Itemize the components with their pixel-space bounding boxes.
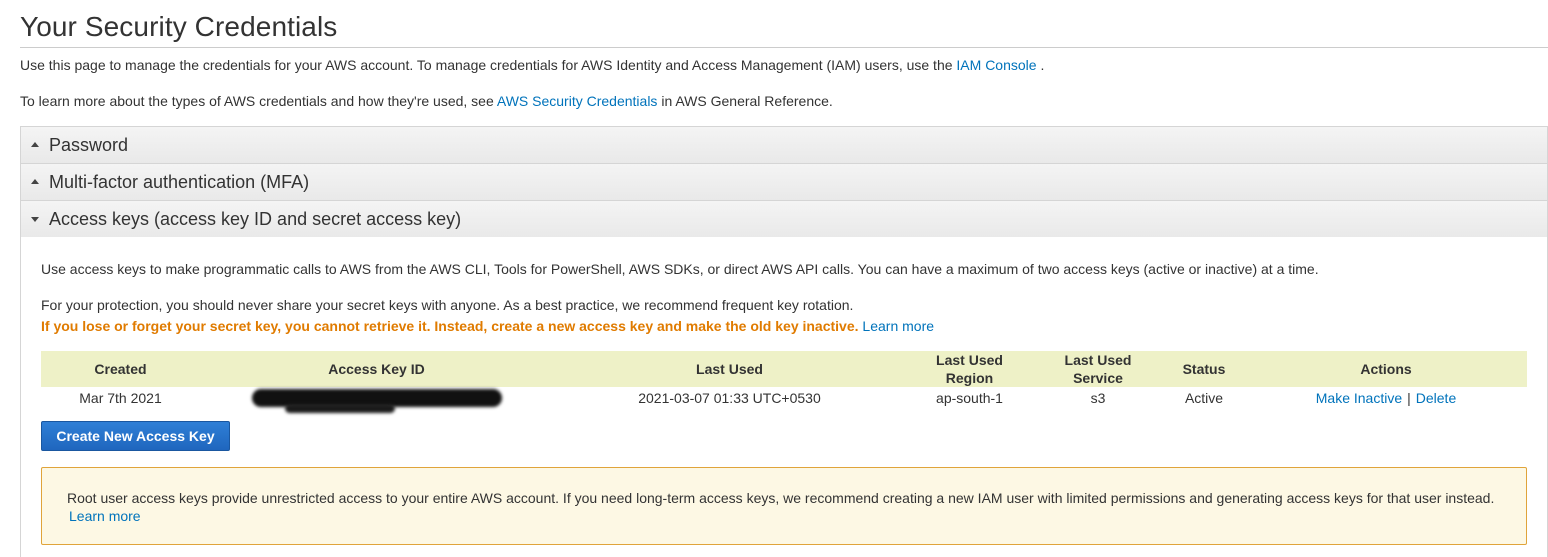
- header-created: Created: [41, 351, 200, 387]
- header-access-key-id: Access Key ID: [200, 351, 553, 387]
- cell-created: Mar 7th 2021: [79, 390, 162, 406]
- intro-paragraph-iam: Use this page to manage the credentials …: [20, 56, 1044, 74]
- cell-access-key-id: [200, 387, 553, 413]
- alert-learn-more-link[interactable]: Learn more: [69, 508, 141, 524]
- delete-key-link[interactable]: Delete: [1416, 390, 1456, 406]
- accordion-label: Password: [49, 135, 129, 155]
- intro-text-end: in AWS General Reference.: [661, 93, 833, 109]
- iam-console-link[interactable]: IAM Console: [956, 57, 1036, 73]
- accordion-password[interactable]: Password: [20, 126, 1548, 164]
- intro-text: Use this page to manage the credentials …: [20, 57, 953, 73]
- access-keys-panel: Use access keys to make programmatic cal…: [20, 237, 1548, 557]
- intro-text-end: .: [1040, 57, 1045, 73]
- expanded-arrow-icon: [31, 217, 39, 222]
- header-actions: Actions: [1245, 351, 1527, 387]
- header-line: Service: [1073, 370, 1123, 386]
- cell-last-used: 2021-03-07 01:33 UTC+0530: [638, 390, 821, 406]
- alert-text: Root user access keys provide unrestrict…: [67, 490, 1495, 506]
- header-last-used-service: Last Used Service: [1033, 351, 1163, 387]
- access-keys-description: Use access keys to make programmatic cal…: [41, 261, 1319, 277]
- page-title: Your Security Credentials: [20, 11, 338, 42]
- create-new-access-key-button[interactable]: Create New Access Key: [41, 421, 230, 451]
- table-row: Mar 7th 2021 2021-03-07 01:33 UTC+0530 a…: [41, 387, 1527, 413]
- accordion-label: Multi-factor authentication (MFA): [49, 172, 310, 192]
- header-last-used: Last Used: [553, 351, 906, 387]
- access-keys-table: Created Access Key ID Last Used Last Use…: [41, 351, 1527, 413]
- table-header-row: Created Access Key ID Last Used Last Use…: [41, 351, 1527, 387]
- accordion-mfa[interactable]: Multi-factor authentication (MFA): [20, 163, 1548, 201]
- intro-text: To learn more about the types of AWS cre…: [20, 93, 494, 109]
- title-divider: [20, 47, 1548, 48]
- accordion-label: Access keys (access key ID and secret ac…: [49, 209, 462, 229]
- make-inactive-link[interactable]: Make Inactive: [1316, 390, 1402, 406]
- collapsed-arrow-icon: [31, 142, 39, 147]
- header-line: Last Used: [1064, 352, 1132, 368]
- action-separator: |: [1407, 390, 1411, 406]
- protection-note: For your protection, you should never sh…: [41, 297, 854, 313]
- root-keys-warning-alert: Root user access keys provide unrestrict…: [41, 467, 1527, 545]
- cell-status: Active: [1184, 390, 1224, 406]
- header-line: Last Used: [936, 352, 1003, 368]
- header-line: Region: [945, 370, 994, 386]
- header-status: Status: [1163, 351, 1245, 387]
- cell-service: s3: [1090, 390, 1106, 406]
- intro-paragraph-credentials: To learn more about the types of AWS cre…: [20, 92, 833, 110]
- warning-line: If you lose or forget your secret key, y…: [41, 317, 934, 335]
- redacted-key-scribble-tail: [285, 404, 395, 413]
- learn-more-link[interactable]: Learn more: [862, 318, 934, 334]
- accordion-access-keys[interactable]: Access keys (access key ID and secret ac…: [20, 200, 1548, 238]
- cell-actions: Make Inactive | Delete: [1245, 387, 1527, 409]
- alert-learn-more-wrap: Learn more: [69, 507, 141, 525]
- warning-text: If you lose or forget your secret key, y…: [41, 318, 859, 334]
- cell-region: ap-south-1: [936, 390, 1003, 406]
- aws-security-credentials-link[interactable]: AWS Security Credentials: [497, 93, 658, 109]
- collapsed-arrow-icon: [31, 179, 39, 184]
- header-last-used-region: Last Used Region: [906, 351, 1033, 387]
